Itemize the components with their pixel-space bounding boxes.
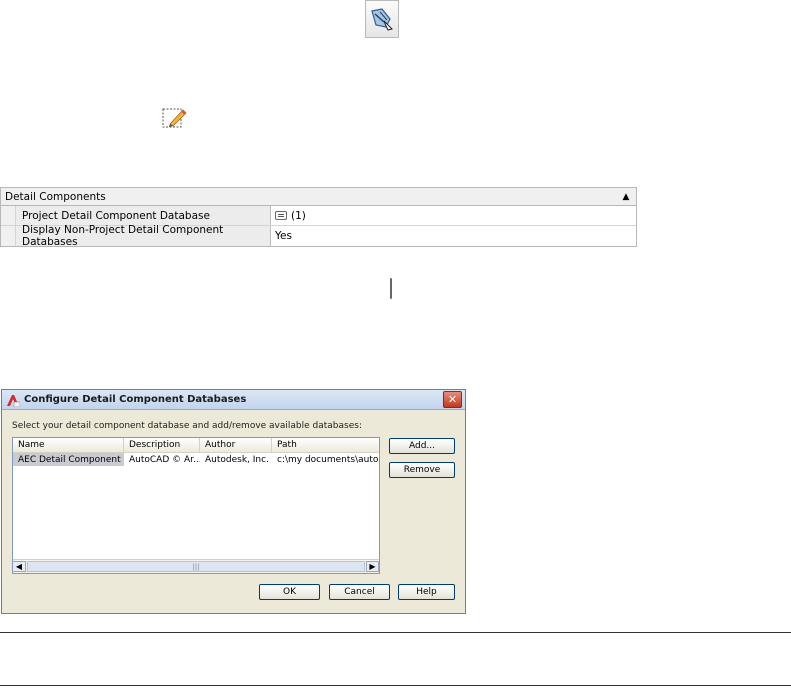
list-browse-icon[interactable] — [275, 211, 287, 220]
property-value-text: Yes — [275, 230, 292, 242]
tool-palette-button[interactable] — [365, 0, 399, 38]
horizontal-scrollbar[interactable]: ◀ ||| ▶ — [13, 559, 379, 573]
collapse-arrow-icon[interactable]: ▲ — [616, 192, 636, 202]
property-value[interactable]: Yes — [271, 226, 636, 246]
cell-name: AEC Detail Component ... — [13, 453, 124, 466]
close-icon[interactable]: ✕ — [443, 391, 462, 408]
component-tool-icon — [371, 8, 393, 31]
cell-description: AutoCAD © Ar... — [129, 454, 200, 465]
property-value-text: (1) — [291, 209, 306, 222]
cell-path: c:\my documents\auto... — [277, 454, 379, 465]
cancel-button[interactable]: Cancel — [329, 584, 390, 600]
scroll-thumb[interactable]: ||| — [27, 561, 365, 572]
properties-palette: Detail Components ▲ Project Detail Compo… — [0, 187, 637, 248]
cell-author: Autodesk, Inc. — [205, 454, 269, 465]
property-value[interactable]: (1) — [271, 206, 636, 225]
edit-component-button[interactable] — [160, 104, 188, 132]
ok-button[interactable]: OK — [259, 584, 320, 600]
divider-line — [0, 632, 791, 633]
instruction-text: Select your detail component database an… — [12, 421, 362, 431]
category-title: Detail Components — [5, 190, 106, 203]
row-gutter — [1, 206, 16, 225]
property-label: Project Detail Component Database — [16, 206, 271, 225]
column-header-name[interactable]: Name — [13, 438, 124, 452]
property-label: Display Non-Project Detail Component Dat… — [16, 224, 271, 248]
list-header: Name Description Author Path — [13, 438, 379, 453]
edit-pencil-icon — [162, 108, 187, 128]
list-item[interactable]: AEC Detail Component ... AutoCAD © Ar...… — [13, 453, 379, 466]
divider-line — [0, 685, 791, 686]
autocad-app-icon — [7, 394, 20, 407]
remove-button[interactable]: Remove — [389, 462, 455, 478]
help-button[interactable]: Help — [398, 584, 455, 600]
row-gutter — [1, 226, 16, 246]
column-header-path[interactable]: Path — [272, 438, 379, 452]
column-header-author[interactable]: Author — [200, 438, 272, 452]
list-browse-icon[interactable] — [390, 278, 392, 299]
configure-databases-dialog: Configure Detail Component Databases ✕ S… — [1, 389, 466, 614]
scroll-left-icon[interactable]: ◀ — [13, 561, 26, 572]
category-header[interactable]: Detail Components ▲ — [1, 188, 636, 206]
property-row-display-non-project[interactable]: Display Non-Project Detail Component Dat… — [1, 224, 636, 248]
database-list[interactable]: Name Description Author Path AEC Detail … — [12, 437, 380, 574]
property-row-project-database[interactable]: Project Detail Component Database (1) — [1, 206, 636, 226]
dialog-titlebar[interactable]: Configure Detail Component Databases ✕ — [2, 390, 465, 410]
column-header-description[interactable]: Description — [124, 438, 200, 452]
scroll-right-icon[interactable]: ▶ — [366, 561, 379, 572]
dialog-title: Configure Detail Component Databases — [24, 394, 247, 405]
add-button[interactable]: Add... — [389, 438, 455, 454]
